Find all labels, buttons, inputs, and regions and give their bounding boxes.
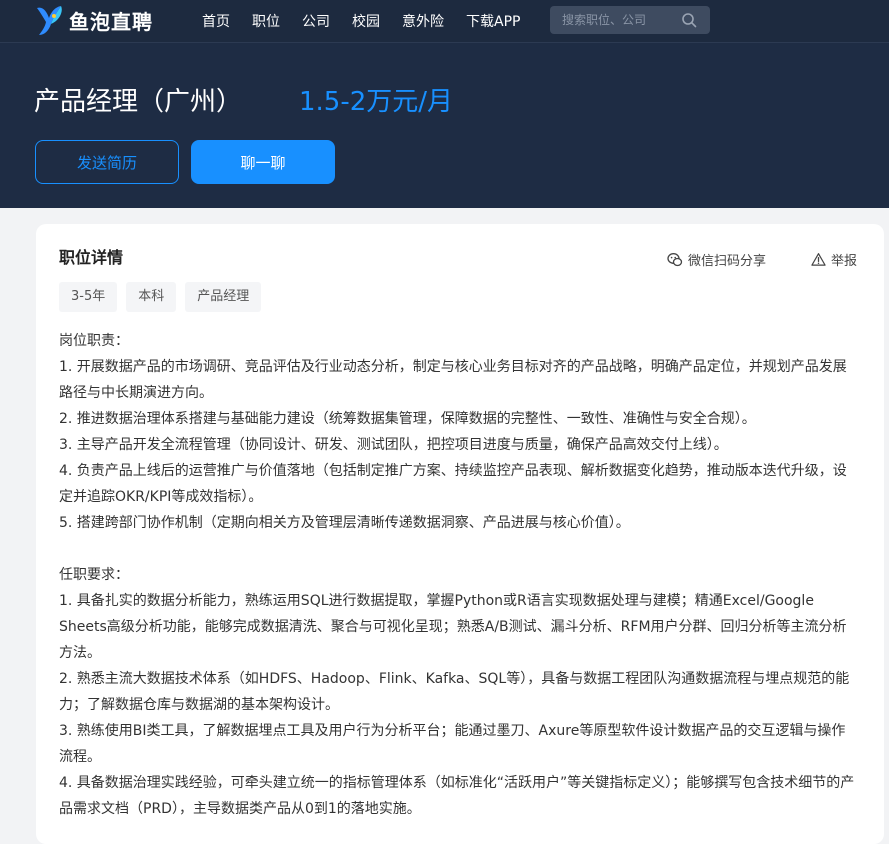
requirement-item: 4. 具备数据治理实践经验，可牵头建立统一的指标管理体系（如标准化“活跃用户”等… xyxy=(59,775,855,817)
job-description: 岗位职责： 1. 开展数据产品的市场调研、竞品评估及行业动态分析，制定与核心业务… xyxy=(59,328,859,822)
responsibility-item: 5. 搭建跨部门协作机制（定期向相关方及管理层清晰传递数据洞察、产品进展与核心价… xyxy=(59,515,630,531)
brand-name: 鱼泡直聘 xyxy=(69,9,153,34)
job-tags: 3-5年 本科 产品经理 xyxy=(59,282,270,312)
main-nav: 首页 职位 公司 校园 意外险 下载APP xyxy=(202,0,542,42)
nav-campus[interactable]: 校园 xyxy=(352,11,380,31)
wechat-share-label: 微信扫码分享 xyxy=(688,254,767,269)
tag-experience: 3-5年 xyxy=(59,282,118,312)
responsibility-item: 3. 主导产品开发全流程管理（协同设计、研发、测试团队，把控项目进度与质量，确保… xyxy=(59,437,728,453)
nav-jobs[interactable]: 职位 xyxy=(252,11,280,31)
responsibility-item: 4. 负责产品上线后的运营推广与价值落地（包括制定推广方案、持续监控产品表现、解… xyxy=(59,463,847,505)
fish-logo-icon xyxy=(37,6,62,35)
requirement-item: 1. 具备扎实的数据分析能力，熟练运用SQL进行数据提取，掌握Python或R语… xyxy=(59,593,847,661)
site-logo[interactable]: 鱼泡直聘 xyxy=(33,2,153,38)
job-detail-card: 职位详情 微信扫码分享 举报 3-5年 本科 产品经理 岗位职责： 1. 开展数… xyxy=(36,224,884,844)
responsibility-item: 2. 推进数据治理体系搭建与基础能力建设（统筹数据集管理，保障数据的完整性、一致… xyxy=(59,411,756,427)
wechat-share-icon xyxy=(667,252,683,266)
search-icon[interactable] xyxy=(681,12,697,28)
chat-button[interactable]: 聊一聊 xyxy=(191,140,335,184)
warning-icon xyxy=(811,253,826,266)
section-title: 职位详情 xyxy=(59,248,124,267)
job-salary: 1.5-2万元/月 xyxy=(299,87,454,117)
wechat-share-button[interactable]: 微信扫码分享 xyxy=(667,250,766,269)
search-box xyxy=(550,6,710,34)
report-button[interactable]: 举报 xyxy=(811,250,857,269)
job-header-banner: 产品经理（广州） 1.5-2万元/月 发送简历 聊一聊 xyxy=(0,43,889,208)
send-resume-button[interactable]: 发送简历 xyxy=(35,140,179,184)
nav-companies[interactable]: 公司 xyxy=(302,11,330,31)
top-navigation-bar: 鱼泡直聘 首页 职位 公司 校园 意外险 下载APP xyxy=(0,0,889,43)
search-input[interactable] xyxy=(550,6,686,34)
responsibility-item: 1. 开展数据产品的市场调研、竞品评估及行业动态分析，制定与核心业务目标对齐的产… xyxy=(59,359,847,401)
report-label: 举报 xyxy=(831,254,858,269)
responsibilities-heading: 岗位职责： xyxy=(59,333,129,349)
tag-education: 本科 xyxy=(126,282,177,312)
requirements-heading: 任职要求： xyxy=(59,567,129,583)
nav-download-app[interactable]: 下载APP xyxy=(466,11,520,31)
tag-category: 产品经理 xyxy=(185,282,262,312)
requirement-item: 3. 熟练使用BI类工具，了解数据埋点工具及用户行为分析平台；能通过墨刀、Axu… xyxy=(59,723,846,765)
nav-insurance[interactable]: 意外险 xyxy=(402,11,444,31)
job-title: 产品经理（广州） xyxy=(34,87,243,117)
requirement-item: 2. 熟悉主流大数据技术体系（如HDFS、Hadoop、Flink、Kafka、… xyxy=(59,671,850,713)
nav-home[interactable]: 首页 xyxy=(202,11,230,31)
